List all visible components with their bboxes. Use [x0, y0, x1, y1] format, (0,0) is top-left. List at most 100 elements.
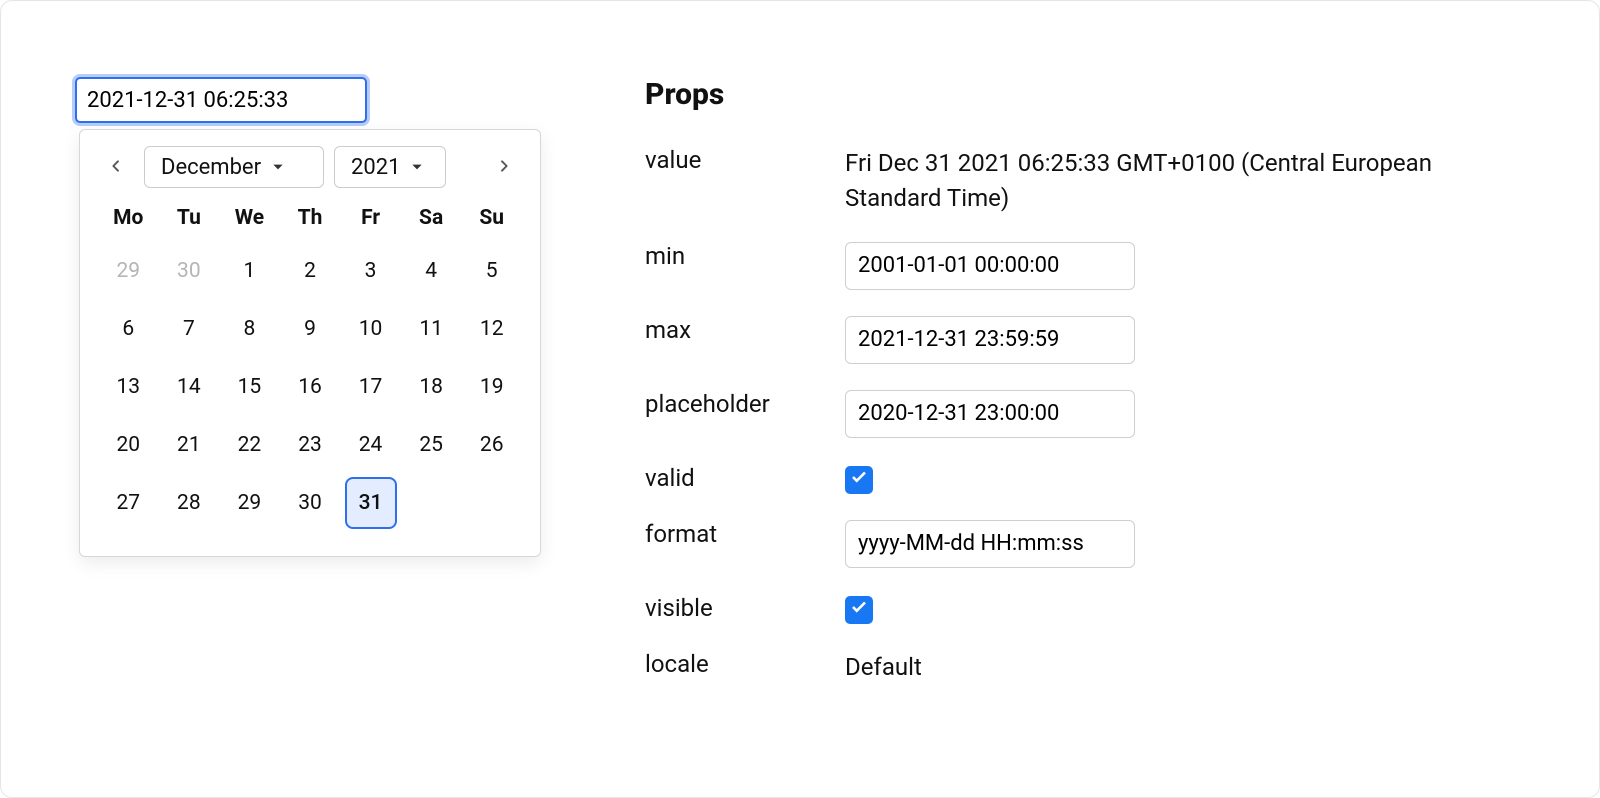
prop-label-valid: valid — [645, 464, 835, 492]
calendar-day-number: 20 — [116, 433, 140, 457]
calendar-day[interactable]: 7 — [159, 300, 220, 358]
month-select[interactable]: December — [144, 146, 324, 188]
prop-label-value: value — [645, 146, 835, 174]
calendar-day-number: 3 — [365, 259, 377, 283]
calendar-day[interactable]: 28 — [159, 474, 220, 532]
calendar-day-number: 29 — [238, 491, 262, 515]
calendar-day-number: 30 — [298, 491, 322, 515]
prop-label-format: format — [645, 520, 835, 548]
prop-locale-value: Default — [845, 650, 1465, 685]
calendar-day[interactable]: 20 — [98, 416, 159, 474]
max-input[interactable] — [845, 316, 1135, 364]
calendar-header: December 2021 — [98, 146, 522, 188]
calendar-day-number: 27 — [116, 491, 140, 515]
next-month-button[interactable] — [486, 149, 522, 185]
calendar-day-number: 16 — [298, 375, 322, 399]
prev-month-button[interactable] — [98, 149, 134, 185]
calendar-day[interactable]: 29 — [219, 474, 280, 532]
calendar-day-number: 6 — [122, 317, 134, 341]
year-select[interactable]: 2021 — [334, 146, 446, 188]
calendar-day-number: 29 — [116, 259, 140, 283]
year-select-label: 2021 — [351, 155, 400, 180]
chevron-left-icon — [108, 155, 124, 180]
prop-label-max: max — [645, 316, 835, 344]
calendar-day[interactable]: 5 — [461, 242, 522, 300]
calendar-day[interactable]: 18 — [401, 358, 462, 416]
calendar-day-number: 4 — [425, 259, 437, 283]
calendar-day-number: 19 — [480, 375, 504, 399]
calendar-grid: 2930123456789101112131415161718192021222… — [98, 242, 522, 532]
calendar-day-number: 2 — [304, 259, 316, 283]
visible-checkbox[interactable] — [845, 596, 873, 624]
weekday-row: MoTuWeThFrSaSu — [98, 198, 522, 238]
calendar-day-number: 7 — [183, 317, 195, 341]
calendar-day[interactable]: 11 — [401, 300, 462, 358]
prop-label-min: min — [645, 242, 835, 270]
calendar-day-number: 13 — [116, 375, 140, 399]
calendar-day[interactable]: 6 — [98, 300, 159, 358]
calendar-day[interactable]: 17 — [340, 358, 401, 416]
props-heading: Props — [645, 77, 1525, 112]
calendar-day[interactable]: 4 — [401, 242, 462, 300]
calendar-day[interactable]: 19 — [461, 358, 522, 416]
calendar-day[interactable]: 9 — [280, 300, 341, 358]
calendar-day[interactable]: 25 — [401, 416, 462, 474]
calendar-day[interactable]: 3 — [340, 242, 401, 300]
calendar-day[interactable]: 23 — [280, 416, 341, 474]
valid-checkbox[interactable] — [845, 466, 873, 494]
weekday-cell: We — [219, 198, 280, 238]
calendar-day-number: 31 — [345, 477, 397, 529]
demo-stage: December 2021 MoT — [0, 0, 1600, 798]
calendar-day-number: 22 — [238, 433, 262, 457]
prop-label-locale: locale — [645, 650, 835, 678]
calendar-day-number: 23 — [298, 433, 322, 457]
calendar-day-number: 14 — [177, 375, 201, 399]
weekday-cell: Su — [461, 198, 522, 238]
datetime-input[interactable] — [75, 77, 367, 123]
placeholder-input[interactable] — [845, 390, 1135, 438]
calendar-day[interactable]: 15 — [219, 358, 280, 416]
check-icon — [850, 467, 868, 492]
calendar-day[interactable]: 22 — [219, 416, 280, 474]
calendar-day-number: 5 — [486, 259, 498, 283]
calendar-day[interactable]: 30 — [280, 474, 341, 532]
calendar-day-number: 10 — [359, 317, 383, 341]
calendar-day-number: 9 — [304, 317, 316, 341]
calendar-day[interactable]: 16 — [280, 358, 341, 416]
prop-label-placeholder: placeholder — [645, 390, 835, 418]
calendar-day-number: 25 — [419, 433, 443, 457]
weekday-cell: Th — [280, 198, 341, 238]
chevron-right-icon — [496, 155, 512, 180]
calendar-day[interactable]: 21 — [159, 416, 220, 474]
calendar-day-number: 21 — [177, 433, 201, 457]
calendar-day-number: 12 — [480, 317, 504, 341]
calendar-day-number: 30 — [177, 259, 201, 283]
format-input[interactable] — [845, 520, 1135, 568]
datepicker-column: December 2021 MoT — [75, 77, 545, 123]
calendar-day[interactable]: 26 — [461, 416, 522, 474]
calendar-day[interactable]: 13 — [98, 358, 159, 416]
calendar-day-number: 11 — [419, 317, 443, 341]
calendar-day-number: 24 — [359, 433, 383, 457]
calendar-day[interactable]: 8 — [219, 300, 280, 358]
calendar-day[interactable]: 24 — [340, 416, 401, 474]
min-input[interactable] — [845, 242, 1135, 290]
calendar-day[interactable]: 30 — [159, 242, 220, 300]
calendar-day[interactable]: 1 — [219, 242, 280, 300]
calendar-day[interactable]: 27 — [98, 474, 159, 532]
calendar-day-number: 17 — [359, 375, 383, 399]
calendar-day[interactable]: 10 — [340, 300, 401, 358]
calendar-day[interactable]: 29 — [98, 242, 159, 300]
calendar-day[interactable]: 2 — [280, 242, 341, 300]
prop-value-text: Fri Dec 31 2021 06:25:33 GMT+0100 (Centr… — [845, 146, 1465, 216]
weekday-cell: Fr — [340, 198, 401, 238]
calendar-day-number: 28 — [177, 491, 201, 515]
calendar-day-number: 1 — [244, 259, 256, 283]
calendar-day[interactable]: 12 — [461, 300, 522, 358]
weekday-cell: Tu — [159, 198, 220, 238]
props-panel: Props value Fri Dec 31 2021 06:25:33 GMT… — [645, 77, 1525, 710]
calendar-day[interactable]: 14 — [159, 358, 220, 416]
weekday-cell: Mo — [98, 198, 159, 238]
calendar-day[interactable]: 31 — [340, 474, 401, 532]
prop-label-visible: visible — [645, 594, 835, 622]
